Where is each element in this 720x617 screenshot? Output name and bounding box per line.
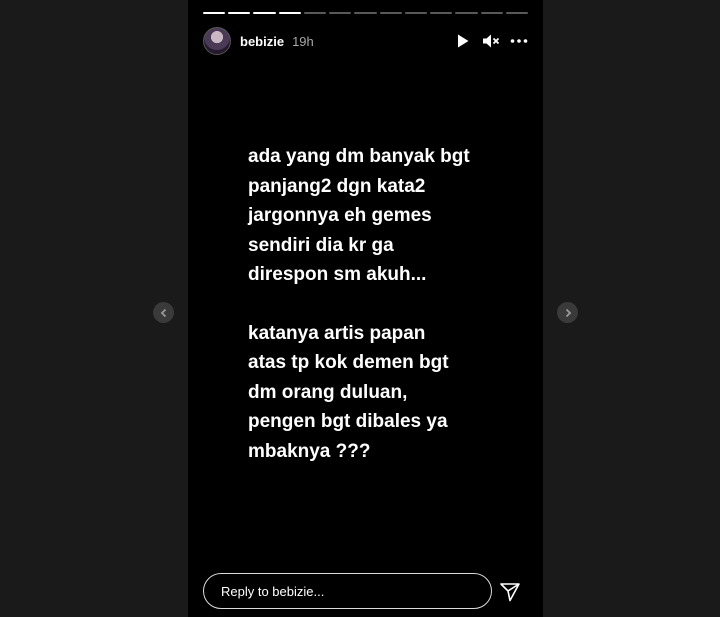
progress-segment — [228, 12, 251, 14]
username[interactable]: bebizie — [240, 34, 284, 49]
avatar[interactable] — [203, 27, 231, 55]
previous-story-button[interactable] — [153, 302, 174, 323]
progress-segment — [404, 12, 428, 14]
progress-segment — [505, 12, 529, 14]
progress-segment — [329, 12, 352, 14]
send-icon — [500, 583, 520, 602]
send-button[interactable] — [499, 581, 521, 603]
story-text-line: jargonnya eh gemes — [248, 205, 432, 226]
story-text-line: dm orang duluan, — [248, 381, 408, 403]
more-options-button[interactable] — [510, 32, 528, 50]
next-story-button[interactable] — [557, 302, 578, 323]
story-text-line: ada yang dm banyak bgt — [248, 146, 470, 167]
progress-segment — [253, 12, 276, 14]
chevron-right-icon — [565, 308, 571, 317]
reply-box[interactable] — [203, 573, 492, 609]
chevron-left-icon — [160, 308, 166, 317]
reply-input[interactable] — [221, 583, 461, 599]
play-icon — [458, 34, 469, 48]
story-text-line: pengen bgt dibales ya — [248, 411, 448, 432]
progress-segment — [278, 12, 301, 14]
progress-segment — [480, 12, 503, 14]
story-paragraph: katanya artis papan atas tp kok demen bgt… — [248, 319, 518, 467]
story-progress-bar — [203, 12, 529, 15]
story-text-line: panjang2 dgn kata2 — [248, 175, 426, 197]
story-viewer: bebizie 19h ada yang dm banyak bgt panjan… — [188, 0, 543, 617]
progress-segment — [430, 12, 453, 14]
story-text-line: katanya artis papan — [248, 322, 426, 344]
story-paragraph: ada yang dm banyak bgt panjang2 dgn kata2… — [248, 142, 518, 290]
play-button[interactable] — [454, 32, 472, 50]
timestamp: 19h — [292, 33, 314, 49]
progress-segment — [303, 12, 327, 14]
story-text-line: atas tp kok demen bgt — [248, 352, 449, 373]
progress-segment — [379, 12, 402, 14]
story-controls — [454, 32, 528, 50]
story-text-line: sendiri dia kr ga — [248, 234, 394, 256]
story-text-line: mbaknya ??? — [248, 440, 371, 462]
progress-segment — [354, 12, 377, 14]
story-text-line: direspon sm akuh... — [248, 264, 427, 285]
progress-segment — [455, 12, 478, 14]
story-text: ada yang dm banyak bgt panjang2 dgn kata2… — [248, 142, 518, 495]
story-header: bebizie 19h — [203, 26, 528, 56]
progress-segment — [203, 12, 226, 14]
more-options-icon — [510, 39, 528, 43]
mute-button[interactable] — [482, 32, 500, 50]
mute-icon — [483, 34, 500, 48]
